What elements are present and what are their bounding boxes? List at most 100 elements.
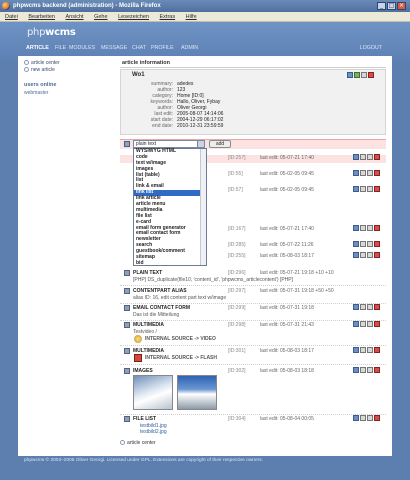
delete-icon[interactable]: [374, 241, 380, 247]
down-icon[interactable]: [367, 347, 373, 353]
dropdown-scrollbar[interactable]: [200, 149, 206, 265]
menu-hilfe[interactable]: Hilfe: [186, 14, 197, 20]
edit-icon[interactable]: [353, 186, 359, 192]
row-actions: [352, 170, 380, 176]
down-icon[interactable]: [367, 367, 373, 373]
divider: [120, 364, 386, 365]
delete-icon[interactable]: [374, 225, 380, 231]
delete-icon[interactable]: [374, 170, 380, 176]
nav-profile[interactable]: PROFILE: [151, 42, 174, 54]
edit-icon[interactable]: [353, 225, 359, 231]
block-title: PLAIN TEXT: [133, 270, 163, 276]
delete-icon[interactable]: [374, 252, 380, 258]
edit-icon[interactable]: [353, 154, 359, 160]
row-actions: [352, 241, 380, 247]
up-icon[interactable]: [360, 304, 366, 310]
minimize-icon[interactable]: _: [377, 2, 386, 10]
delete-icon[interactable]: [368, 72, 374, 78]
content-type-select[interactable]: plain text: [133, 140, 205, 148]
edit-icon[interactable]: [353, 321, 359, 327]
block-content: Das ist die Mitteilung: [133, 312, 180, 318]
down-icon[interactable]: [367, 154, 373, 160]
menu-bearbeiten[interactable]: Bearbeiten: [28, 14, 55, 20]
delete-icon[interactable]: [374, 304, 380, 310]
edit-icon[interactable]: [353, 304, 359, 310]
content-block-file-list: FILE LIST [ID:304] last edit: 05-08-04 0…: [120, 415, 386, 438]
down-icon[interactable]: [367, 252, 373, 258]
down-icon[interactable]: [367, 321, 373, 327]
up-icon[interactable]: [360, 321, 366, 327]
edit-icon[interactable]: [353, 252, 359, 258]
nav-chat[interactable]: CHAT: [132, 42, 146, 54]
edit-icon[interactable]: [347, 72, 353, 78]
content-type-icon: [124, 368, 130, 374]
nav-file[interactable]: FILE: [55, 42, 66, 54]
menu-ansicht[interactable]: Ansicht: [66, 14, 84, 20]
delete-icon[interactable]: [374, 321, 380, 327]
down-icon[interactable]: [367, 415, 373, 421]
online-user: webmaster: [24, 90, 49, 96]
up-icon[interactable]: [360, 347, 366, 353]
sidebar: article center new article: [24, 60, 112, 74]
maximize-icon[interactable]: □: [387, 2, 396, 10]
delete-icon[interactable]: [374, 154, 380, 160]
down-icon[interactable]: [367, 170, 373, 176]
edit-icon[interactable]: [353, 347, 359, 353]
down-icon[interactable]: [367, 225, 373, 231]
sidebar-item-article-center[interactable]: article center: [24, 60, 112, 67]
down-icon[interactable]: [367, 304, 373, 310]
add-button[interactable]: add: [209, 140, 231, 148]
content-date: last edit: 05-08-03 18:18: [260, 368, 314, 374]
nav-article[interactable]: ARTICLE: [26, 42, 49, 54]
content-type-dropdown: WYSIWYG HTML code text w/image images li…: [133, 148, 207, 266]
nav-message[interactable]: MESSAGE: [101, 42, 127, 54]
content-type-icon: [124, 270, 130, 276]
menu-gehe[interactable]: Gehe: [94, 14, 107, 20]
content-date: last edit: 05-07-22 11:26: [260, 242, 314, 248]
menu-datei[interactable]: Datei: [5, 14, 18, 20]
menubar: Datei Bearbeiten Ansicht Gehe Lesezeiche…: [0, 12, 410, 22]
dropdown-option[interactable]: bid: [134, 260, 206, 267]
edit-icon[interactable]: [353, 415, 359, 421]
up-icon[interactable]: [360, 170, 366, 176]
content-id: [ID:304]: [228, 416, 246, 422]
block-title: EMAIL CONTACT FORM: [133, 305, 191, 311]
delete-icon[interactable]: [374, 367, 380, 373]
nav-modules[interactable]: MODULES: [69, 42, 95, 54]
edit-icon[interactable]: [353, 170, 359, 176]
divider: [120, 67, 386, 68]
up-icon[interactable]: [360, 367, 366, 373]
file-link[interactable]: testbild2.jpg: [140, 429, 167, 435]
down-icon[interactable]: [367, 241, 373, 247]
copy-icon[interactable]: [361, 72, 367, 78]
article-center-link[interactable]: article center: [120, 440, 156, 446]
delete-icon[interactable]: [374, 186, 380, 192]
content-date: last edit: 05-02-05 09:45: [260, 171, 314, 177]
content-date: last edit: 05-07-21 19:18 +10 +10: [260, 270, 334, 276]
content-type-icon: [124, 348, 130, 354]
up-icon[interactable]: [360, 415, 366, 421]
edit-icon[interactable]: [353, 367, 359, 373]
edit-icon[interactable]: [353, 241, 359, 247]
up-icon[interactable]: [360, 154, 366, 160]
content-block-images: IMAGES [ID:302] last edit: 05-08-03 18:1…: [120, 367, 386, 413]
logout-link[interactable]: LOGOUT: [360, 42, 382, 54]
image-thumbnail[interactable]: [133, 375, 173, 410]
up-icon[interactable]: [360, 241, 366, 247]
image-thumbnail[interactable]: [177, 375, 217, 410]
block-content: [PHP] DS_duplicate(file10, 'content_id',…: [133, 277, 294, 283]
up-icon[interactable]: [360, 186, 366, 192]
sidebar-item-new-article[interactable]: new article: [24, 67, 112, 74]
menu-extras[interactable]: Extras: [160, 14, 176, 20]
close-icon[interactable]: ×: [397, 2, 406, 10]
block-title: MULTIMEDIA: [133, 322, 165, 328]
delete-icon[interactable]: [374, 415, 380, 421]
up-icon[interactable]: [360, 252, 366, 258]
menu-lesezeichen[interactable]: Lesezeichen: [118, 14, 149, 20]
delete-icon[interactable]: [374, 347, 380, 353]
preview-icon[interactable]: [354, 72, 360, 78]
nav-admin[interactable]: ADMIN: [181, 42, 198, 54]
bullet-icon: [120, 440, 125, 446]
down-icon[interactable]: [367, 186, 373, 192]
up-icon[interactable]: [360, 225, 366, 231]
